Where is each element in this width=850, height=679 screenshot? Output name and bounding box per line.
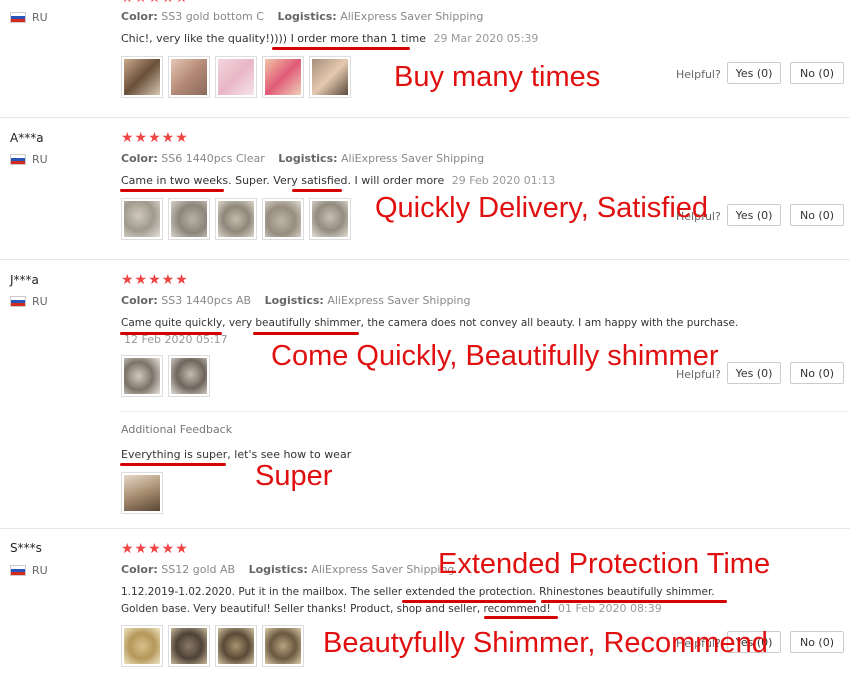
logistics-value: AliExpress Saver Shipping [340, 10, 484, 23]
review-4-text-line1: 1.12.2019-1.02.2020. Put it in the mailb… [121, 586, 715, 598]
helpful-label: Helpful? [676, 368, 721, 381]
additional-feedback-photos[interactable] [121, 472, 163, 514]
review-3-meta: Color: SS3 1440pcs AB Logistics: AliExpr… [121, 294, 470, 307]
review-date: 29 Feb 2020 01:13 [451, 174, 556, 187]
additional-feedback-divider [120, 411, 848, 412]
annotation-underline [253, 332, 359, 335]
helpful-no-button[interactable]: No (0) [790, 631, 844, 653]
annotation-extended-protection: Extended Protection Time [438, 548, 771, 580]
logistics-value: AliExpress Saver Shipping [311, 563, 455, 576]
review-photo[interactable] [168, 56, 210, 98]
logistics-value: AliExpress Saver Shipping [327, 294, 471, 307]
review-2-country: RU [10, 153, 48, 166]
review-photo[interactable] [121, 625, 163, 667]
review-photo[interactable] [262, 56, 304, 98]
review-2-country-label: RU [32, 153, 48, 166]
logistics-label: Logistics: [264, 294, 324, 307]
review-photo[interactable] [309, 198, 351, 240]
review-divider [0, 117, 850, 118]
review-photo[interactable] [262, 198, 304, 240]
logistics-label: Logistics: [277, 10, 337, 23]
review-3-stars: ★★★★★ [121, 272, 189, 288]
review-1-country: RU [10, 11, 48, 24]
review-2-meta: Color: SS6 1440pcs Clear Logistics: AliE… [121, 152, 484, 165]
review-1-meta: Color: SS3 gold bottom C Logistics: AliE… [121, 10, 483, 23]
review-divider [0, 528, 850, 529]
review-4-country: RU [10, 564, 48, 577]
color-label: Color: [121, 10, 158, 23]
annotation-beautifully-shimmer: Beautyfully Shimmer, Recommend [323, 627, 768, 659]
russia-flag-icon [10, 296, 26, 307]
annotation-super: Super [255, 460, 333, 492]
review-photo[interactable] [309, 56, 351, 98]
review-photo[interactable] [168, 198, 210, 240]
review-photo[interactable] [168, 355, 210, 397]
annotation-come-quickly: Come Quickly, Beautifully shimmer [271, 340, 719, 372]
review-date: 01 Feb 2020 08:39 [558, 602, 662, 615]
additional-feedback-label: Additional Feedback [121, 423, 233, 436]
review-text: Golden base. Very beautiful! Seller than… [121, 603, 551, 615]
logistics-label: Logistics: [278, 152, 338, 165]
review-2-username: A***a [10, 131, 44, 145]
review-2-photos[interactable] [121, 198, 351, 240]
review-4-stars: ★★★★★ [121, 541, 189, 557]
review-photo[interactable] [262, 625, 304, 667]
review-4-country-label: RU [32, 564, 48, 577]
russia-flag-icon [10, 12, 26, 23]
annotation-underline [292, 189, 342, 192]
annotation-underline [120, 189, 224, 192]
review-divider [0, 259, 850, 260]
annotation-quickly-delivery: Quickly Delivery, Satisfied [375, 192, 709, 224]
review-4-text-line2: Golden base. Very beautiful! Seller than… [121, 602, 662, 615]
review-photo[interactable] [121, 472, 163, 514]
review-2-text: Came in two weeks. Super. Very satisfied… [121, 174, 555, 187]
review-4-meta: Color: SS12 gold AB Logistics: AliExpres… [121, 563, 454, 576]
color-label: Color: [121, 563, 158, 576]
review-photo[interactable] [215, 198, 257, 240]
annotation-underline [120, 463, 226, 466]
helpful-no-button[interactable]: No (0) [790, 204, 844, 226]
review-1-stars: ★★★★★ [121, 0, 189, 6]
review-3-country-label: RU [32, 295, 48, 308]
review-photo[interactable] [168, 625, 210, 667]
review-photo[interactable] [121, 355, 163, 397]
review-text: Came in two weeks. Super. Very satisfied… [121, 174, 445, 187]
review-photo[interactable] [215, 625, 257, 667]
review-3-text: Came quite quickly, very beautifully shi… [121, 317, 739, 329]
review-1-text: Chic!, very like the quality!)))) I orde… [121, 32, 538, 45]
review-photo[interactable] [121, 56, 163, 98]
review-3-country: RU [10, 295, 48, 308]
review-1-country-label: RU [32, 11, 48, 24]
helpful-no-button[interactable]: No (0) [790, 62, 844, 84]
review-4-username: S***s [10, 541, 42, 555]
logistics-label: Logistics: [248, 563, 308, 576]
logistics-value: AliExpress Saver Shipping [341, 152, 485, 165]
color-label: Color: [121, 294, 158, 307]
review-photo[interactable] [121, 198, 163, 240]
helpful-no-button[interactable]: No (0) [790, 362, 844, 384]
helpful-yes-button[interactable]: Yes (0) [727, 204, 781, 226]
helpful-yes-button[interactable]: Yes (0) [727, 362, 781, 384]
review-date: 12 Feb 2020 05:17 [124, 333, 228, 346]
helpful-label: Helpful? [676, 68, 721, 81]
review-2-stars: ★★★★★ [121, 130, 189, 146]
review-3-photos[interactable] [121, 355, 210, 397]
review-1-photos[interactable] [121, 56, 351, 98]
helpful-yes-button[interactable]: Yes (0) [727, 62, 781, 84]
color-value: SS3 gold bottom C [161, 10, 264, 23]
review-photo[interactable] [215, 56, 257, 98]
russia-flag-icon [10, 154, 26, 165]
color-value: SS3 1440pcs AB [161, 294, 252, 307]
color-value: SS12 gold AB [161, 563, 236, 576]
color-value: SS6 1440pcs Clear [161, 152, 265, 165]
annotation-underline [272, 47, 410, 50]
review-4-photos[interactable] [121, 625, 304, 667]
color-label: Color: [121, 152, 158, 165]
annotation-buy-many-times: Buy many times [394, 61, 601, 93]
russia-flag-icon [10, 565, 26, 576]
review-3-username: J***a [10, 273, 39, 287]
review-text: Chic!, very like the quality!)))) I orde… [121, 32, 426, 45]
review-date: 29 Mar 2020 05:39 [433, 32, 539, 45]
annotation-underline [484, 616, 558, 619]
